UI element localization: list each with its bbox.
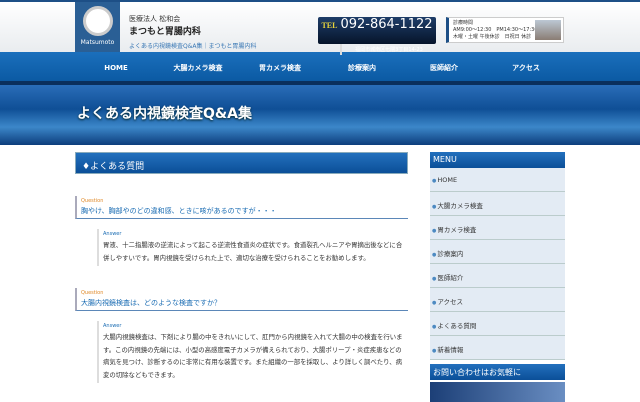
question-label: Question: [81, 198, 104, 204]
contact-title: お問い合わせはお気軽に: [430, 364, 565, 380]
sidebar-item-doctor[interactable]: 医師紹介: [430, 264, 565, 288]
sidebar: MENU HOME 大腸カメラ検査 胃カメラ検査 診療案内 医師紹介 アクセス …: [430, 152, 565, 402]
nav-doctor[interactable]: 医師紹介: [403, 52, 485, 81]
question-label: Question: [81, 290, 104, 296]
question: Question 大腸内視鏡検査は、どのような検査ですか？: [75, 288, 408, 311]
section-title: ♦よくある質問: [75, 152, 408, 174]
answer-text: 大腸内視鏡検査は、下剤により腸の中をきれいにして、肛門から内視鏡を入れて大腸の中…: [103, 333, 403, 379]
global-nav: HOME 大腸カメラ検査 胃カメラ検査 診療案内 医師紹介 アクセス: [0, 52, 640, 85]
nav-clinic-info[interactable]: 診療案内: [321, 52, 403, 81]
sidebar-item-faq[interactable]: よくある質問: [430, 312, 565, 336]
question: Question 胸やけ、胸部やのどの違和感、ときに咳があるのですが・・・: [75, 196, 408, 219]
brand: 医療法人 松和会 まつもと胃腸内科 よくある内視鏡検査Q&A集｜まつもと胃腸内科: [129, 14, 256, 50]
header: Matsumoto 医療法人 松和会 まつもと胃腸内科 よくある内視鏡検査Q&A…: [0, 0, 640, 55]
corp-name: 医療法人 松和会: [129, 15, 181, 23]
hours-box: 診療時間 AM9:00〜12:30 PM14:30〜17:30 木曜・土曜 午後…: [446, 17, 564, 43]
clinic-name: まつもと胃腸内科: [129, 27, 201, 37]
answer-text: 胃液、十二指腸液の逆流によって起こる逆流性食道炎の症状です。食道裂孔ヘルニアや胃…: [103, 241, 403, 262]
tel-box[interactable]: TEL 092-864-1122 福岡市城南区七隈3丁目14-23: [318, 17, 436, 55]
main-content: ♦よくある質問 Question 胸やけ、胸部やのどの違和感、ときに咳があるのです…: [75, 152, 408, 383]
sidebar-item-news[interactable]: 新着情報: [430, 336, 565, 360]
nav-home[interactable]: HOME: [75, 52, 157, 81]
sidebar-item-gastroscopy[interactable]: 胃カメラ検査: [430, 216, 565, 240]
question-text: 胸やけ、胸部やのどの違和感、ときに咳があるのですが・・・: [81, 207, 277, 215]
nav-colonoscopy[interactable]: 大腸カメラ検査: [157, 52, 239, 81]
tel-label: TEL: [321, 21, 338, 30]
sidebar-item-clinic-info[interactable]: 診療案内: [430, 240, 565, 264]
answer-label: Answer: [103, 323, 122, 329]
answer: Answer 胃液、十二指腸液の逆流によって起こる逆流性食道炎の症状です。食道裂孔…: [97, 229, 408, 266]
address: 福岡市城南区七隈3丁目14-23: [340, 44, 436, 55]
answer-label: Answer: [103, 231, 122, 237]
sidebar-item-colonoscopy[interactable]: 大腸カメラ検査: [430, 192, 565, 216]
logo-text: Matsumoto: [80, 39, 115, 46]
sidebar-item-home[interactable]: HOME: [430, 168, 565, 192]
page-title: よくある内視鏡検査Q&A集: [77, 106, 252, 122]
tagline: よくある内視鏡検査Q&A集｜まつもと胃腸内科: [129, 43, 257, 50]
nav-access[interactable]: アクセス: [485, 52, 567, 81]
question-text: 大腸内視鏡検査は、どのような検査ですか？: [81, 299, 221, 307]
sidebar-item-access[interactable]: アクセス: [430, 288, 565, 312]
clinic-logo[interactable]: Matsumoto: [75, 2, 120, 52]
tel-number: 092-864-1122: [340, 17, 433, 32]
sidebar-title: MENU: [430, 152, 565, 168]
contact-banner[interactable]: [430, 382, 565, 402]
nav-gastroscopy[interactable]: 胃カメラ検査: [239, 52, 321, 81]
page-banner: よくある内視鏡検査Q&A集: [0, 85, 640, 145]
answer: Answer 大腸内視鏡検査は、下剤により腸の中をきれいにして、肛門から内視鏡を入…: [97, 321, 408, 383]
building-photo: [535, 20, 561, 40]
